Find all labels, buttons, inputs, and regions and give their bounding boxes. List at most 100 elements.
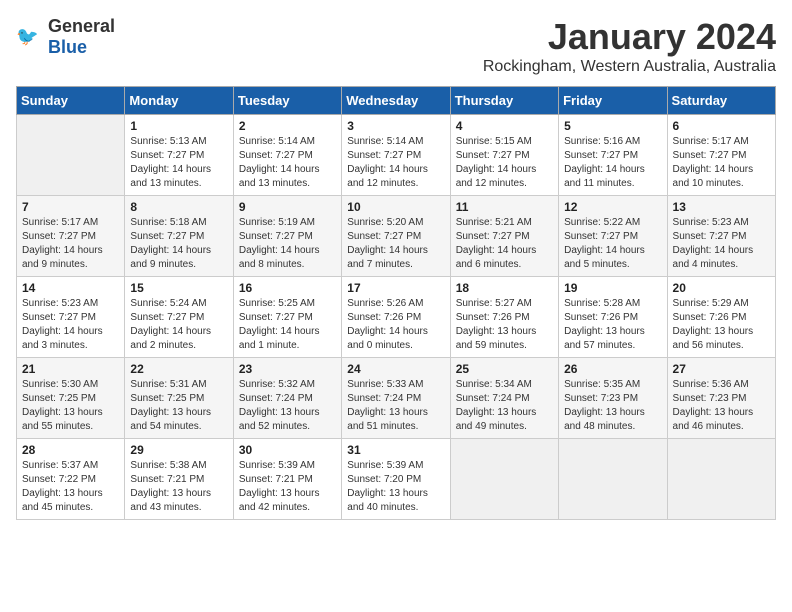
calendar-cell: 19Sunrise: 5:28 AM Sunset: 7:26 PM Dayli… <box>559 277 667 358</box>
week-row-2: 7 Sunrise: 5:17 AM Sunset: 7:27 PM Daylig… <box>17 196 776 277</box>
day-info: Sunrise: 5:31 AM Sunset: 7:25 PM Dayligh… <box>130 378 227 434</box>
day-info: Sunrise: 5:17 AM Sunset: 7:27 PM Dayligh… <box>22 216 119 272</box>
calendar-cell: 11 Sunrise: 5:21 AM Sunset: 7:27 PM Dayli… <box>450 196 558 277</box>
calendar-cell: 29Sunrise: 5:38 AM Sunset: 7:21 PM Dayli… <box>125 439 233 520</box>
week-row-5: 28 Sunrise: 5:37 AM Sunset: 7:22 PM Dayli… <box>17 439 776 520</box>
day-number: 11 <box>456 200 553 214</box>
day-number: 27 <box>673 362 770 376</box>
day-number: 10 <box>347 200 444 214</box>
header-saturday: Saturday <box>667 87 775 115</box>
day-number: 18 <box>456 281 553 295</box>
calendar-cell: 24 Sunrise: 5:33 AM Sunset: 7:24 PM Dayli… <box>342 358 450 439</box>
day-info: Sunrise: 5:25 AM Sunset: 7:27 PM Dayligh… <box>239 297 336 353</box>
calendar-cell: 17Sunrise: 5:26 AM Sunset: 7:26 PM Dayli… <box>342 277 450 358</box>
day-info: Sunrise: 5:27 AM Sunset: 7:26 PM Dayligh… <box>456 297 553 353</box>
calendar-cell: 15 Sunrise: 5:24 AM Sunset: 7:27 PM Dayli… <box>125 277 233 358</box>
calendar-cell: 25Sunrise: 5:34 AM Sunset: 7:24 PM Dayli… <box>450 358 558 439</box>
header-sunday: Sunday <box>17 87 125 115</box>
header-tuesday: Tuesday <box>233 87 341 115</box>
day-info: Sunrise: 5:19 AM Sunset: 7:27 PM Dayligh… <box>239 216 336 272</box>
calendar-cell: 7 Sunrise: 5:17 AM Sunset: 7:27 PM Daylig… <box>17 196 125 277</box>
day-info: Sunrise: 5:29 AM Sunset: 7:26 PM Dayligh… <box>673 297 770 353</box>
day-info: Sunrise: 5:16 AM Sunset: 7:27 PM Dayligh… <box>564 135 661 191</box>
day-number: 26 <box>564 362 661 376</box>
logo: 🐦 General Blue <box>16 16 115 58</box>
day-number: 12 <box>564 200 661 214</box>
day-number: 9 <box>239 200 336 214</box>
day-info: Sunrise: 5:36 AM Sunset: 7:23 PM Dayligh… <box>673 378 770 434</box>
day-number: 14 <box>22 281 119 295</box>
day-info: Sunrise: 5:37 AM Sunset: 7:22 PM Dayligh… <box>22 459 119 515</box>
day-info: Sunrise: 5:15 AM Sunset: 7:27 PM Dayligh… <box>456 135 553 191</box>
day-info: Sunrise: 5:18 AM Sunset: 7:27 PM Dayligh… <box>130 216 227 272</box>
calendar-cell <box>667 439 775 520</box>
calendar-cell <box>17 115 125 196</box>
calendar-cell <box>559 439 667 520</box>
day-number: 25 <box>456 362 553 376</box>
calendar-cell: 30 Sunrise: 5:39 AM Sunset: 7:21 PM Dayli… <box>233 439 341 520</box>
day-number: 7 <box>22 200 119 214</box>
month-title: January 2024 <box>483 16 776 58</box>
day-number: 21 <box>22 362 119 376</box>
calendar-cell: 28 Sunrise: 5:37 AM Sunset: 7:22 PM Dayli… <box>17 439 125 520</box>
logo-blue: Blue <box>48 37 87 57</box>
day-number: 30 <box>239 443 336 457</box>
day-info: Sunrise: 5:30 AM Sunset: 7:25 PM Dayligh… <box>22 378 119 434</box>
week-row-1: 1 Sunrise: 5:13 AM Sunset: 7:27 PM Daylig… <box>17 115 776 196</box>
header-monday: Monday <box>125 87 233 115</box>
day-number: 24 <box>347 362 444 376</box>
day-number: 22 <box>130 362 227 376</box>
calendar-cell: 2Sunrise: 5:14 AM Sunset: 7:27 PM Daylig… <box>233 115 341 196</box>
calendar-header-row: SundayMondayTuesdayWednesdayThursdayFrid… <box>17 87 776 115</box>
day-number: 15 <box>130 281 227 295</box>
day-info: Sunrise: 5:23 AM Sunset: 7:27 PM Dayligh… <box>22 297 119 353</box>
day-number: 20 <box>673 281 770 295</box>
day-info: Sunrise: 5:24 AM Sunset: 7:27 PM Dayligh… <box>130 297 227 353</box>
calendar-cell: 6 Sunrise: 5:17 AM Sunset: 7:27 PM Daylig… <box>667 115 775 196</box>
day-number: 3 <box>347 119 444 133</box>
day-info: Sunrise: 5:39 AM Sunset: 7:21 PM Dayligh… <box>239 459 336 515</box>
calendar-cell: 18 Sunrise: 5:27 AM Sunset: 7:26 PM Dayli… <box>450 277 558 358</box>
calendar-cell: 16Sunrise: 5:25 AM Sunset: 7:27 PM Dayli… <box>233 277 341 358</box>
calendar-cell: 8Sunrise: 5:18 AM Sunset: 7:27 PM Daylig… <box>125 196 233 277</box>
day-info: Sunrise: 5:17 AM Sunset: 7:27 PM Dayligh… <box>673 135 770 191</box>
calendar-cell: 9 Sunrise: 5:19 AM Sunset: 7:27 PM Daylig… <box>233 196 341 277</box>
title-area: January 2024 Rockingham, Western Austral… <box>483 16 776 76</box>
day-info: Sunrise: 5:32 AM Sunset: 7:24 PM Dayligh… <box>239 378 336 434</box>
day-info: Sunrise: 5:20 AM Sunset: 7:27 PM Dayligh… <box>347 216 444 272</box>
day-number: 19 <box>564 281 661 295</box>
day-number: 4 <box>456 119 553 133</box>
calendar-cell: 27 Sunrise: 5:36 AM Sunset: 7:23 PM Dayli… <box>667 358 775 439</box>
calendar-cell: 3Sunrise: 5:14 AM Sunset: 7:27 PM Daylig… <box>342 115 450 196</box>
calendar-cell: 4 Sunrise: 5:15 AM Sunset: 7:27 PM Daylig… <box>450 115 558 196</box>
day-number: 5 <box>564 119 661 133</box>
day-info: Sunrise: 5:22 AM Sunset: 7:27 PM Dayligh… <box>564 216 661 272</box>
calendar-cell: 10 Sunrise: 5:20 AM Sunset: 7:27 PM Dayli… <box>342 196 450 277</box>
calendar-cell: 1 Sunrise: 5:13 AM Sunset: 7:27 PM Daylig… <box>125 115 233 196</box>
calendar-cell: 5 Sunrise: 5:16 AM Sunset: 7:27 PM Daylig… <box>559 115 667 196</box>
calendar-cell: 12 Sunrise: 5:22 AM Sunset: 7:27 PM Dayli… <box>559 196 667 277</box>
day-info: Sunrise: 5:21 AM Sunset: 7:27 PM Dayligh… <box>456 216 553 272</box>
day-info: Sunrise: 5:23 AM Sunset: 7:27 PM Dayligh… <box>673 216 770 272</box>
day-info: Sunrise: 5:39 AM Sunset: 7:20 PM Dayligh… <box>347 459 444 515</box>
header-thursday: Thursday <box>450 87 558 115</box>
calendar-cell: 13 Sunrise: 5:23 AM Sunset: 7:27 PM Dayli… <box>667 196 775 277</box>
day-number: 29 <box>130 443 227 457</box>
day-number: 31 <box>347 443 444 457</box>
day-number: 1 <box>130 119 227 133</box>
day-info: Sunrise: 5:33 AM Sunset: 7:24 PM Dayligh… <box>347 378 444 434</box>
day-info: Sunrise: 5:35 AM Sunset: 7:23 PM Dayligh… <box>564 378 661 434</box>
calendar-table: SundayMondayTuesdayWednesdayThursdayFrid… <box>16 86 776 520</box>
day-number: 23 <box>239 362 336 376</box>
day-number: 6 <box>673 119 770 133</box>
calendar-cell: 23 Sunrise: 5:32 AM Sunset: 7:24 PM Dayli… <box>233 358 341 439</box>
day-info: Sunrise: 5:13 AM Sunset: 7:27 PM Dayligh… <box>130 135 227 191</box>
day-info: Sunrise: 5:26 AM Sunset: 7:26 PM Dayligh… <box>347 297 444 353</box>
calendar-cell: 14 Sunrise: 5:23 AM Sunset: 7:27 PM Dayli… <box>17 277 125 358</box>
calendar-cell: 20 Sunrise: 5:29 AM Sunset: 7:26 PM Dayli… <box>667 277 775 358</box>
week-row-4: 21 Sunrise: 5:30 AM Sunset: 7:25 PM Dayli… <box>17 358 776 439</box>
day-number: 28 <box>22 443 119 457</box>
day-number: 13 <box>673 200 770 214</box>
logo-icon: 🐦 <box>16 23 44 51</box>
svg-text:🐦: 🐦 <box>16 27 39 47</box>
